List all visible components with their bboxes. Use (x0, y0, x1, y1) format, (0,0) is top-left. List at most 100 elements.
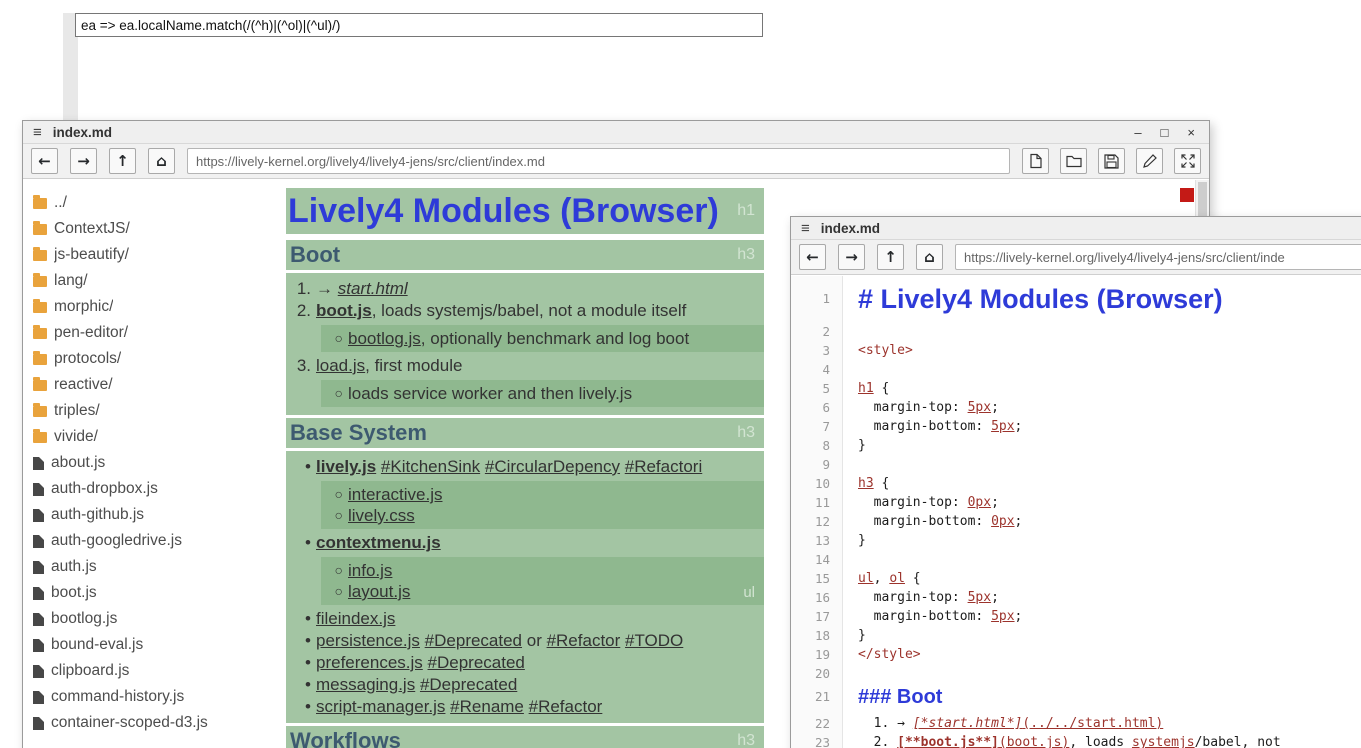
line-number: 3 (791, 341, 843, 360)
code-line: 11 margin-top: 0px; (791, 493, 1361, 512)
menu-icon[interactable]: ≡ (801, 221, 810, 236)
link[interactable]: #Deprecated (425, 631, 522, 650)
file-list-item[interactable]: ../ (33, 190, 259, 216)
line-number: 10 (791, 474, 843, 493)
file-name: lang/ (54, 272, 88, 290)
file-list-item[interactable]: morphic/ (33, 294, 259, 320)
close-button[interactable]: × (1187, 126, 1195, 139)
maximize-button[interactable]: □ (1161, 126, 1169, 139)
line-number: 19 (791, 645, 843, 664)
link[interactable]: lively.js (316, 457, 376, 476)
file-list-item[interactable]: vivide/ (33, 424, 259, 450)
home-button[interactable]: ⌂ (916, 244, 943, 270)
link[interactable]: load.js (316, 356, 365, 375)
link[interactable]: #TODO (625, 631, 683, 650)
file-list-item[interactable]: clipboard.js (33, 658, 259, 684)
link[interactable]: preferences.js (316, 653, 423, 672)
text: loads service worker and then lively.js (348, 384, 632, 403)
window1-toolbar: ← → ↑ ⌂ (23, 144, 1209, 179)
line-content (843, 455, 858, 474)
code-token: , loads (1069, 735, 1132, 748)
link[interactable]: #KitchenSink (381, 457, 480, 476)
file-list-item[interactable]: boot.js (33, 580, 259, 606)
new-file-icon (1028, 153, 1043, 169)
file-list-item[interactable]: container-scoped-d3.js (33, 710, 259, 736)
code-token: ; (1015, 419, 1023, 434)
text-segments: lively.js #KitchenSink #CircularDepency … (316, 456, 702, 478)
file-list-item[interactable]: auth-googledrive.js (33, 528, 259, 554)
file-list-item[interactable]: protocols/ (33, 346, 259, 372)
file-name: bootlog.js (51, 610, 117, 628)
link[interactable]: interactive.js (348, 485, 442, 504)
line-number: 11 (791, 493, 843, 512)
code-editor[interactable]: 1# Lively4 Modules (Browser)23<style>45h… (791, 276, 1361, 748)
edit-button[interactable] (1136, 148, 1163, 174)
new-file-button[interactable] (1022, 148, 1049, 174)
open-directory-button[interactable] (1060, 148, 1087, 174)
link[interactable]: boot.js (316, 301, 372, 320)
link[interactable]: persistence.js (316, 631, 420, 650)
nested-list-item: ○layout.js (325, 581, 764, 602)
link[interactable]: #Rename (450, 697, 524, 716)
link[interactable]: layout.js (348, 582, 410, 601)
link[interactable]: fileindex.js (316, 609, 395, 628)
home-button[interactable]: ⌂ (148, 148, 175, 174)
link[interactable]: #CircularDepency (485, 457, 620, 476)
file-list-item[interactable]: auth.js (33, 554, 259, 580)
list-marker: ○ (325, 505, 343, 526)
link[interactable]: #Deprecated (420, 675, 517, 694)
file-list-item[interactable]: bound-eval.js (33, 632, 259, 658)
code-token: 0px (991, 514, 1014, 529)
back-button[interactable]: ← (31, 148, 58, 174)
file-icon (33, 717, 44, 730)
file-list-item[interactable]: auth-dropbox.js (33, 476, 259, 502)
line-content: margin-bottom: 5px; (843, 607, 1022, 626)
file-list-item[interactable]: lang/ (33, 268, 259, 294)
link[interactable]: #Refactor (529, 697, 603, 716)
text: , first module (365, 356, 462, 375)
menu-icon[interactable]: ≡ (33, 125, 42, 140)
url-input[interactable] (187, 148, 1010, 174)
link[interactable]: contextmenu.js (316, 533, 441, 552)
line-number: 6 (791, 398, 843, 417)
forward-button[interactable]: → (70, 148, 97, 174)
up-button[interactable]: ↑ (877, 244, 904, 270)
file-list-item[interactable]: js-beautify/ (33, 242, 259, 268)
link[interactable]: info.js (348, 561, 392, 580)
file-list-item[interactable]: bootlog.js (33, 606, 259, 632)
list-item: 2.boot.js, loads systemjs/babel, not a m… (286, 300, 764, 322)
save-button[interactable] (1098, 148, 1125, 174)
window1-titlebar[interactable]: ≡ index.md –□× (23, 121, 1209, 144)
file-list-item[interactable]: about.js (33, 450, 259, 476)
file-list-item[interactable]: ContextJS/ (33, 216, 259, 242)
file-list-item[interactable]: command-history.js (33, 684, 259, 710)
line-number: 13 (791, 531, 843, 550)
code-token: (boot.js) (999, 735, 1069, 748)
code-token: ; (991, 400, 999, 415)
file-list-item[interactable]: triples/ (33, 398, 259, 424)
file-list-item[interactable]: auth-github.js (33, 502, 259, 528)
file-name: container-scoped-d3.js (51, 714, 208, 732)
link[interactable]: script-manager.js (316, 697, 445, 716)
link[interactable]: bootlog.js (348, 329, 421, 348)
list-marker: • (286, 532, 311, 554)
file-list-item[interactable]: pen-editor/ (33, 320, 259, 346)
toggle-fullscreen-button[interactable] (1174, 148, 1201, 174)
list-item: •persistence.js #Deprecated or #Refactor… (286, 630, 764, 652)
code-token: systemjs (1132, 735, 1195, 748)
link[interactable]: #Deprecated (428, 653, 525, 672)
back-button[interactable]: ← (799, 244, 826, 270)
file-name: command-history.js (51, 688, 184, 706)
link[interactable]: messaging.js (316, 675, 415, 694)
forward-button[interactable]: → (838, 244, 865, 270)
link[interactable]: start.html (338, 279, 408, 298)
minimize-button[interactable]: – (1134, 126, 1141, 139)
link[interactable]: #Refactori (625, 457, 702, 476)
url-input[interactable] (955, 244, 1361, 270)
up-button[interactable]: ↑ (109, 148, 136, 174)
window2-titlebar[interactable]: ≡ index.md (791, 217, 1361, 240)
element-filter-input[interactable] (75, 13, 763, 37)
file-list-item[interactable]: reactive/ (33, 372, 259, 398)
link[interactable]: lively.css (348, 506, 415, 525)
link[interactable]: #Refactor (547, 631, 621, 650)
